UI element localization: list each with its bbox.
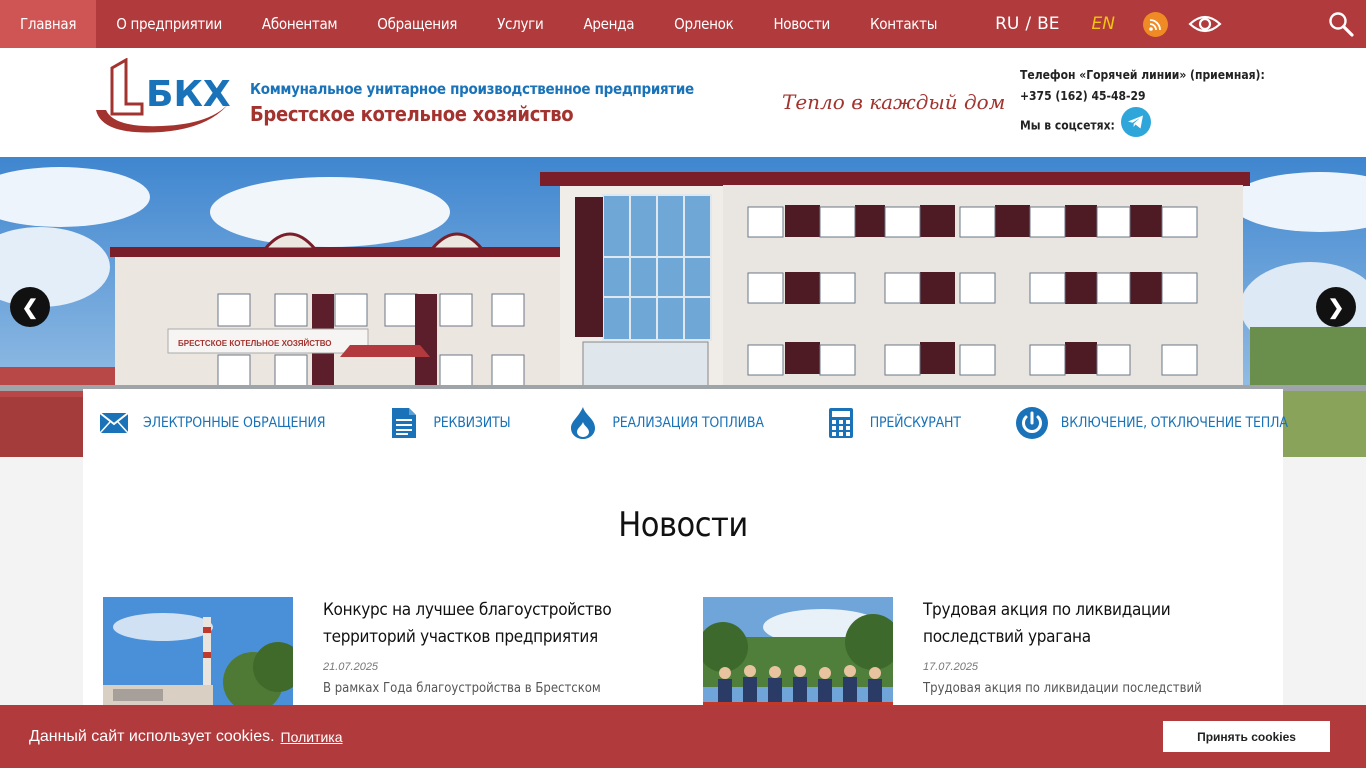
org-name: Брестское котельное хозяйство bbox=[250, 102, 574, 126]
slogan: Тепло в каждый дом bbox=[782, 90, 1006, 114]
cookie-policy-link[interactable]: Политика bbox=[281, 729, 343, 745]
document-icon bbox=[387, 406, 421, 440]
accept-cookies-button[interactable]: Принять cookies bbox=[1163, 721, 1330, 752]
news-excerpt: В рамках Года благоустройства в Брестско… bbox=[323, 681, 601, 696]
quick-link-label: РЕАЛИЗАЦИЯ ТОПЛИВА bbox=[612, 415, 764, 431]
hotline-label: Телефон «Горячей линии» (приемная): bbox=[1020, 68, 1265, 82]
quick-link-label: ВКЛЮЧЕНИЕ, ОТКЛЮЧЕНИЕ ТЕПЛА bbox=[1060, 415, 1288, 431]
nav-item-home[interactable]: Главная bbox=[0, 0, 97, 48]
org-subtitle: Коммунальное унитарное производственное … bbox=[250, 80, 694, 98]
news-date: 21.07.2025 bbox=[323, 661, 379, 673]
power-icon bbox=[1015, 406, 1049, 440]
slider-next-button[interactable]: ❯ bbox=[1316, 287, 1356, 327]
quick-link-label: ПРЕЙСКУРАНТ bbox=[869, 415, 961, 431]
social-label: Мы в соцсетях: bbox=[1020, 118, 1115, 133]
nav-item-subscribers[interactable]: Абонентам bbox=[242, 0, 357, 48]
quick-link-label: ЭЛЕКТРОННЫЕ ОБРАЩЕНИЯ bbox=[143, 415, 326, 431]
news-thumbnail[interactable] bbox=[103, 597, 293, 717]
nav-item-contacts[interactable]: Контакты bbox=[850, 0, 957, 48]
quick-link-requisites[interactable]: РЕКВИЗИТЫ bbox=[387, 389, 511, 457]
lang-ru-link[interactable]: RU bbox=[989, 14, 1025, 34]
hotline-phone[interactable]: +375 (162) 45-48-29 bbox=[1020, 86, 1265, 107]
cookie-message: Данный сайт использует cookies. bbox=[29, 727, 275, 745]
rss-icon[interactable] bbox=[1142, 11, 1168, 37]
news-thumbnail[interactable] bbox=[703, 597, 893, 717]
top-navigation: Главная О предприятии Абонентам Обращени… bbox=[0, 0, 1366, 48]
quick-link-fuel-sales[interactable]: РЕАЛИЗАЦИЯ ТОПЛИВА bbox=[566, 389, 764, 457]
news-title-link[interactable]: Трудовая акция по ликвидации последствий… bbox=[923, 597, 1223, 651]
site-header: БКХ Коммунальное унитарное производствен… bbox=[0, 48, 1366, 157]
nav-item-rent[interactable]: Аренда bbox=[563, 0, 654, 48]
envelope-icon bbox=[97, 406, 131, 440]
cookie-banner: Данный сайт использует cookies. Политика… bbox=[0, 705, 1366, 768]
news-heading: Новости bbox=[618, 505, 748, 545]
eye-icon[interactable] bbox=[1188, 13, 1222, 35]
nav-item-appeals[interactable]: Обращения bbox=[357, 0, 477, 48]
quick-links-bar: ЭЛЕКТРОННЫЕ ОБРАЩЕНИЯ РЕКВИЗИТЫ РЕАЛИЗАЦ… bbox=[83, 389, 1288, 457]
lang-en-link[interactable]: EN bbox=[1085, 14, 1120, 34]
slider-prev-button[interactable]: ❮ bbox=[10, 287, 50, 327]
news-excerpt: Трудовая акция по ликвидации последствий bbox=[923, 681, 1202, 696]
news-date: 17.07.2025 bbox=[923, 661, 979, 673]
svg-text:БРЕСТСКОЕ КОТЕЛЬНОЕ ХОЗЯЙСТВО: БРЕСТСКОЕ КОТЕЛЬНОЕ ХОЗЯЙСТВО bbox=[178, 339, 332, 348]
telegram-icon[interactable] bbox=[1120, 107, 1151, 137]
quick-link-price-list[interactable]: ПРЕЙСКУРАНТ bbox=[824, 389, 961, 457]
flame-icon bbox=[566, 406, 600, 440]
nav-item-about[interactable]: О предприятии bbox=[96, 0, 242, 48]
quick-link-label: РЕКВИЗИТЫ bbox=[433, 415, 511, 431]
social-row: Мы в соцсетях: bbox=[1020, 107, 1265, 141]
calculator-icon bbox=[824, 406, 858, 440]
nav-item-news[interactable]: Новости bbox=[753, 0, 850, 48]
language-switcher: RU / BE EN bbox=[989, 14, 1121, 34]
quick-link-e-appeals[interactable]: ЭЛЕКТРОННЫЕ ОБРАЩЕНИЯ bbox=[97, 389, 326, 457]
contact-block: Телефон «Горячей линии» (приемная): +375… bbox=[1020, 65, 1265, 141]
svg-text:БКХ: БКХ bbox=[146, 74, 231, 115]
quick-link-heating-switch[interactable]: ВКЛЮЧЕНИЕ, ОТКЛЮЧЕНИЕ ТЕПЛА bbox=[1015, 389, 1288, 457]
company-logo[interactable]: БКХ bbox=[92, 57, 232, 133]
search-icon[interactable] bbox=[1328, 11, 1354, 37]
nav-item-orlenok[interactable]: Орленок bbox=[654, 0, 753, 48]
lang-be-link[interactable]: BE bbox=[1031, 14, 1065, 34]
nav-item-services[interactable]: Услуги bbox=[477, 0, 563, 48]
news-title-link[interactable]: Конкурс на лучшее благоустройство террит… bbox=[323, 597, 623, 651]
